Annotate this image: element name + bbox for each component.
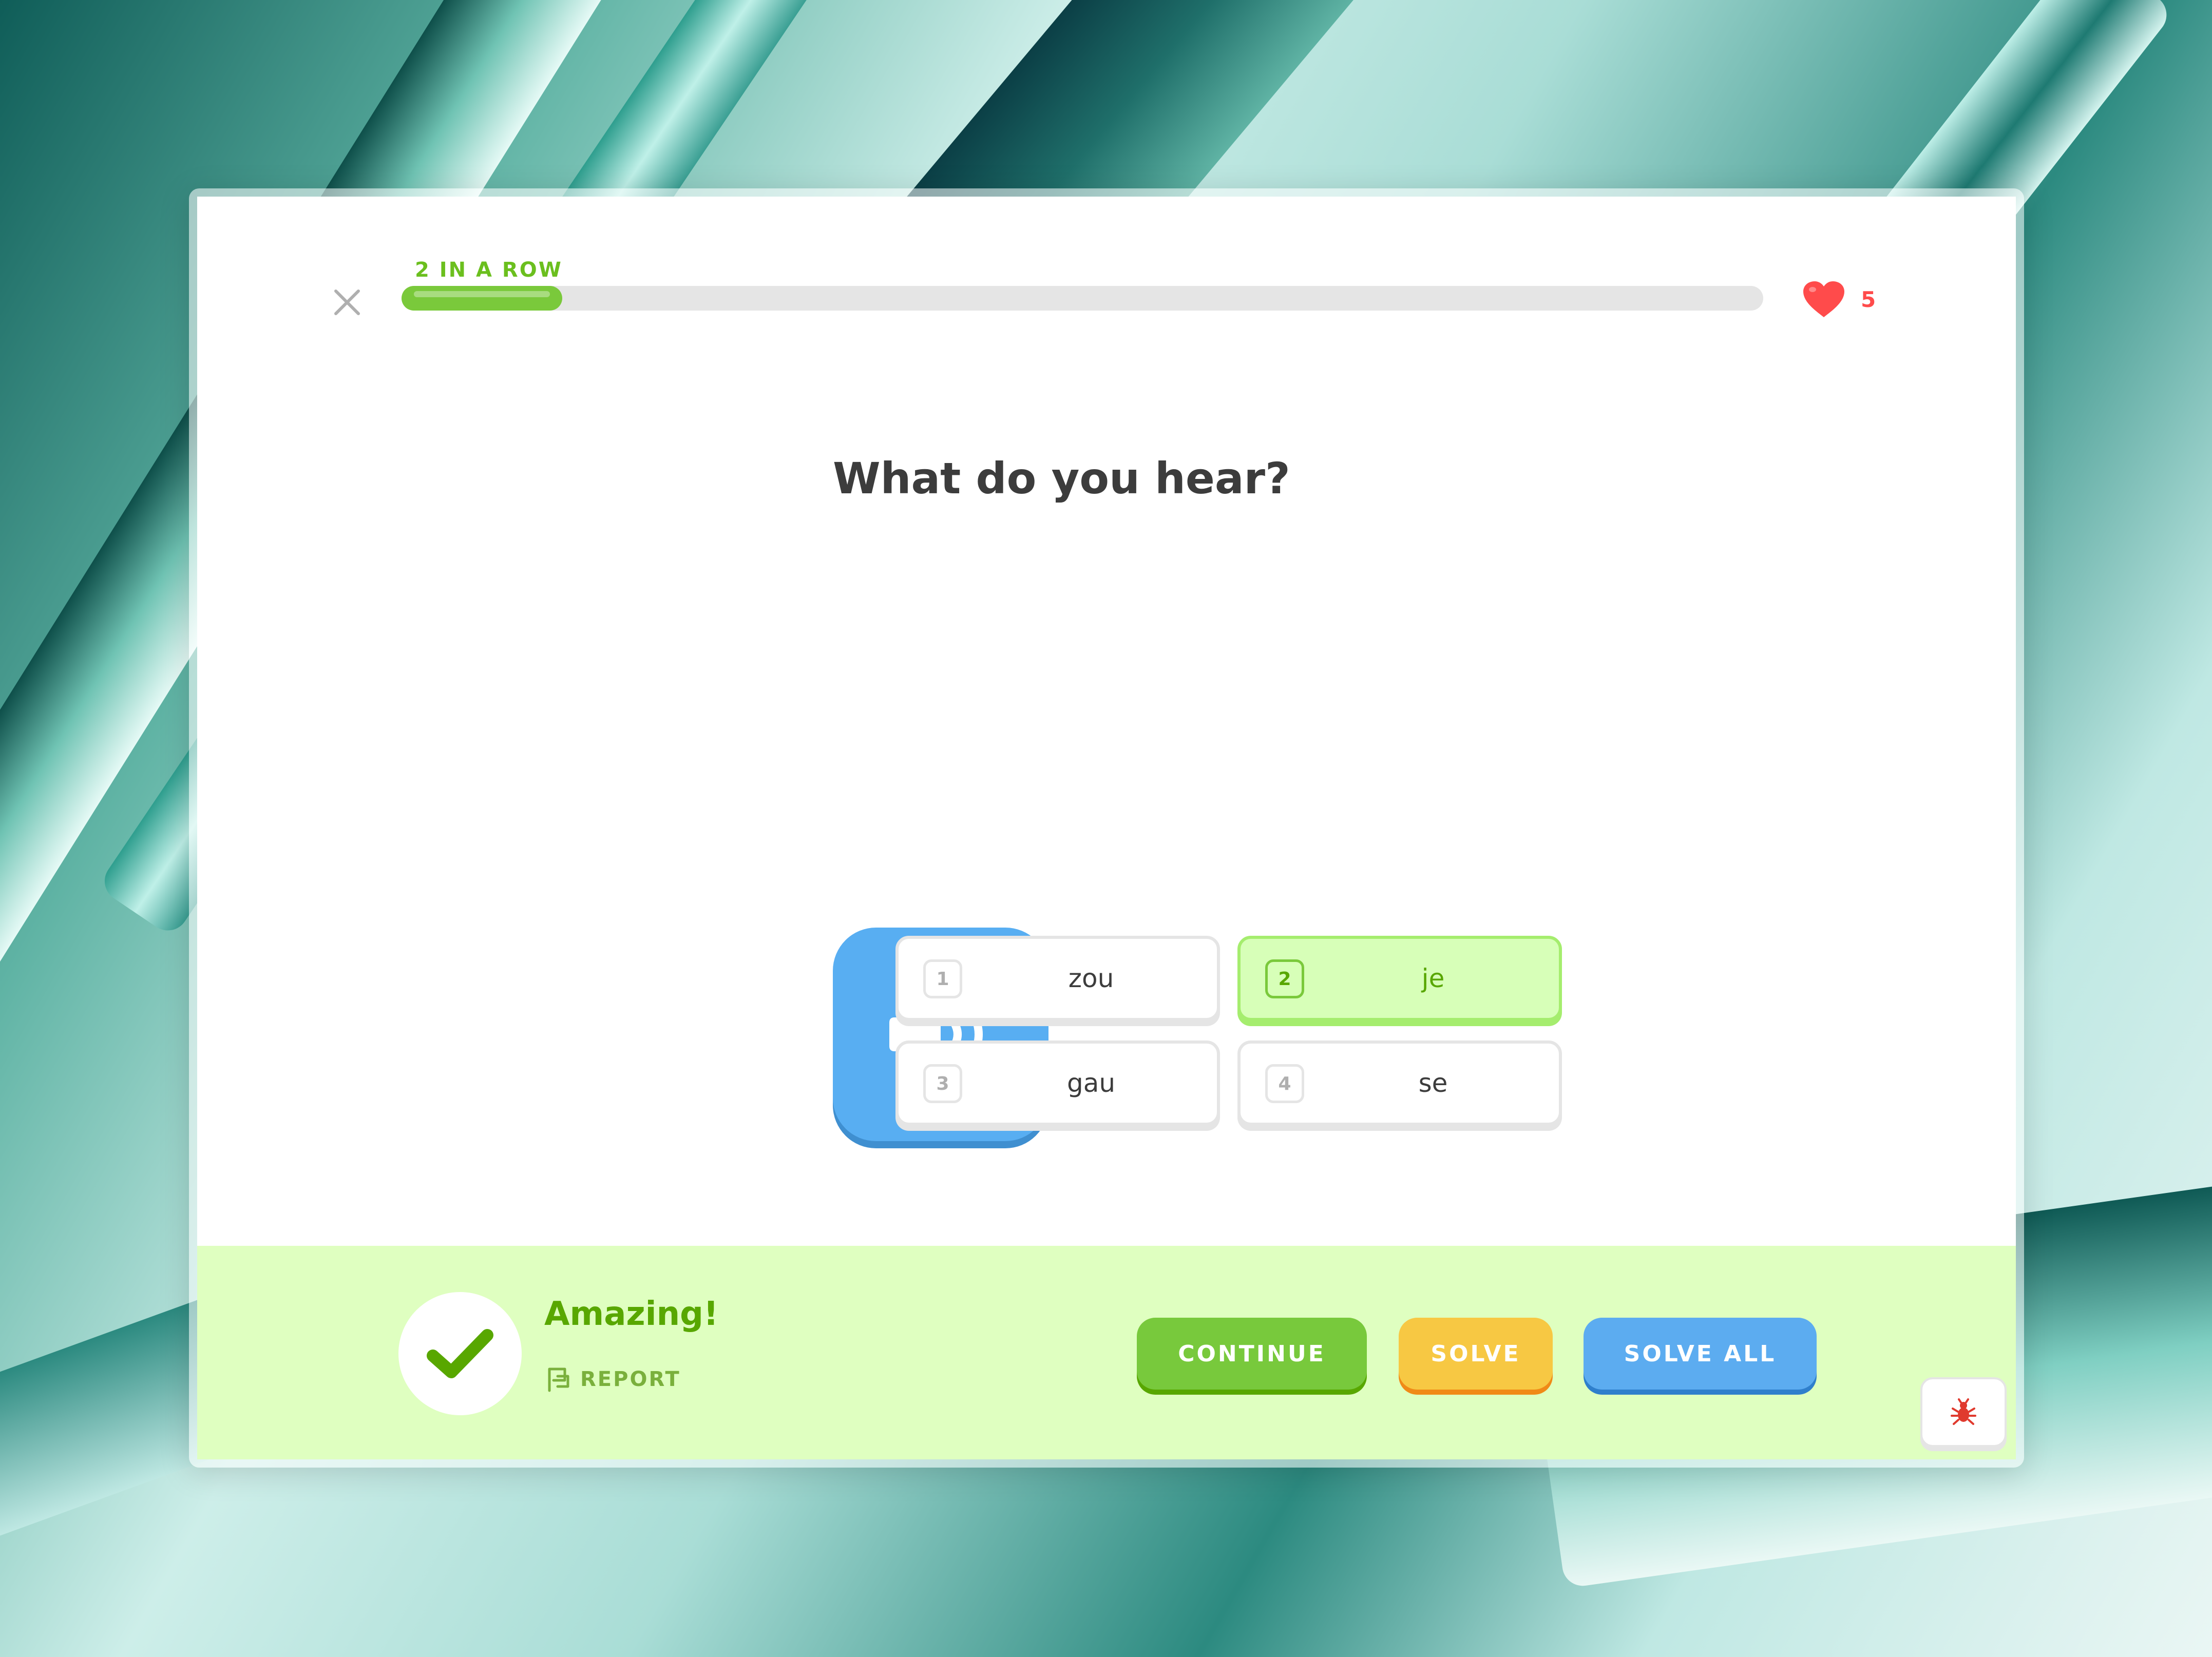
option-number: 4 — [1265, 1064, 1304, 1103]
checkmark-icon — [427, 1329, 493, 1378]
option-word: gau — [1066, 1068, 1116, 1098]
debug-button[interactable] — [1920, 1377, 2007, 1447]
report-label: REPORT — [580, 1367, 681, 1391]
hearts-indicator[interactable]: 5 — [1802, 279, 1876, 320]
close-icon — [334, 290, 360, 315]
option-number: 3 — [923, 1064, 962, 1103]
bug-icon — [1951, 1398, 1976, 1425]
close-button[interactable] — [332, 287, 363, 318]
option-gau[interactable]: 3 gau — [895, 1041, 1220, 1126]
app-window: 2 IN A ROW 5 What do you hear? 1 zou 2 j… — [189, 188, 2024, 1468]
solve-all-button[interactable]: SOLVE ALL — [1584, 1318, 1817, 1390]
report-button[interactable]: REPORT — [544, 1364, 681, 1395]
flag-icon — [548, 1367, 569, 1392]
continue-button[interactable]: CONTINUE — [1137, 1318, 1367, 1390]
lesson-progress-bar — [402, 286, 1763, 311]
streak-label: 2 IN A ROW — [415, 258, 563, 282]
option-number: 1 — [923, 959, 962, 998]
feedback-title: Amazing! — [544, 1295, 719, 1333]
option-zou[interactable]: 1 zou — [895, 936, 1220, 1021]
question-prompt: What do you hear? — [833, 453, 1290, 504]
hearts-count: 5 — [1861, 286, 1876, 312]
correct-badge — [398, 1292, 522, 1415]
lesson-progress-fill — [402, 286, 562, 311]
heart-icon — [1803, 281, 1844, 317]
option-se[interactable]: 4 se — [1237, 1041, 1562, 1126]
lesson-screen: 2 IN A ROW 5 What do you hear? 1 zou 2 j… — [197, 197, 2016, 1459]
feedback-footer: Amazing! REPORT CONTINUE SOLVE SOLVE ALL — [197, 1246, 2016, 1459]
option-je[interactable]: 2 je — [1237, 936, 1562, 1021]
option-word: je — [1421, 964, 1445, 993]
option-word: se — [1418, 1068, 1448, 1098]
solve-button[interactable]: SOLVE — [1399, 1318, 1553, 1390]
option-word: zou — [1068, 964, 1114, 993]
option-number: 2 — [1265, 959, 1304, 998]
